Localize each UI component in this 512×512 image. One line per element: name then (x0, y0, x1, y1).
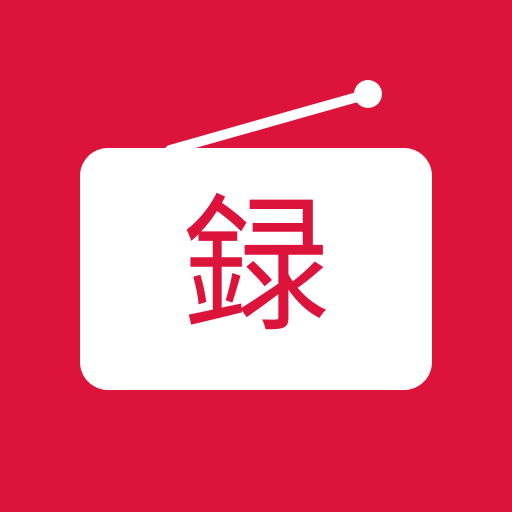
radio-record-app-icon[interactable]: 録 (0, 0, 512, 512)
radio-body: 録 (80, 148, 432, 390)
record-kanji-label: 録 (182, 181, 330, 353)
